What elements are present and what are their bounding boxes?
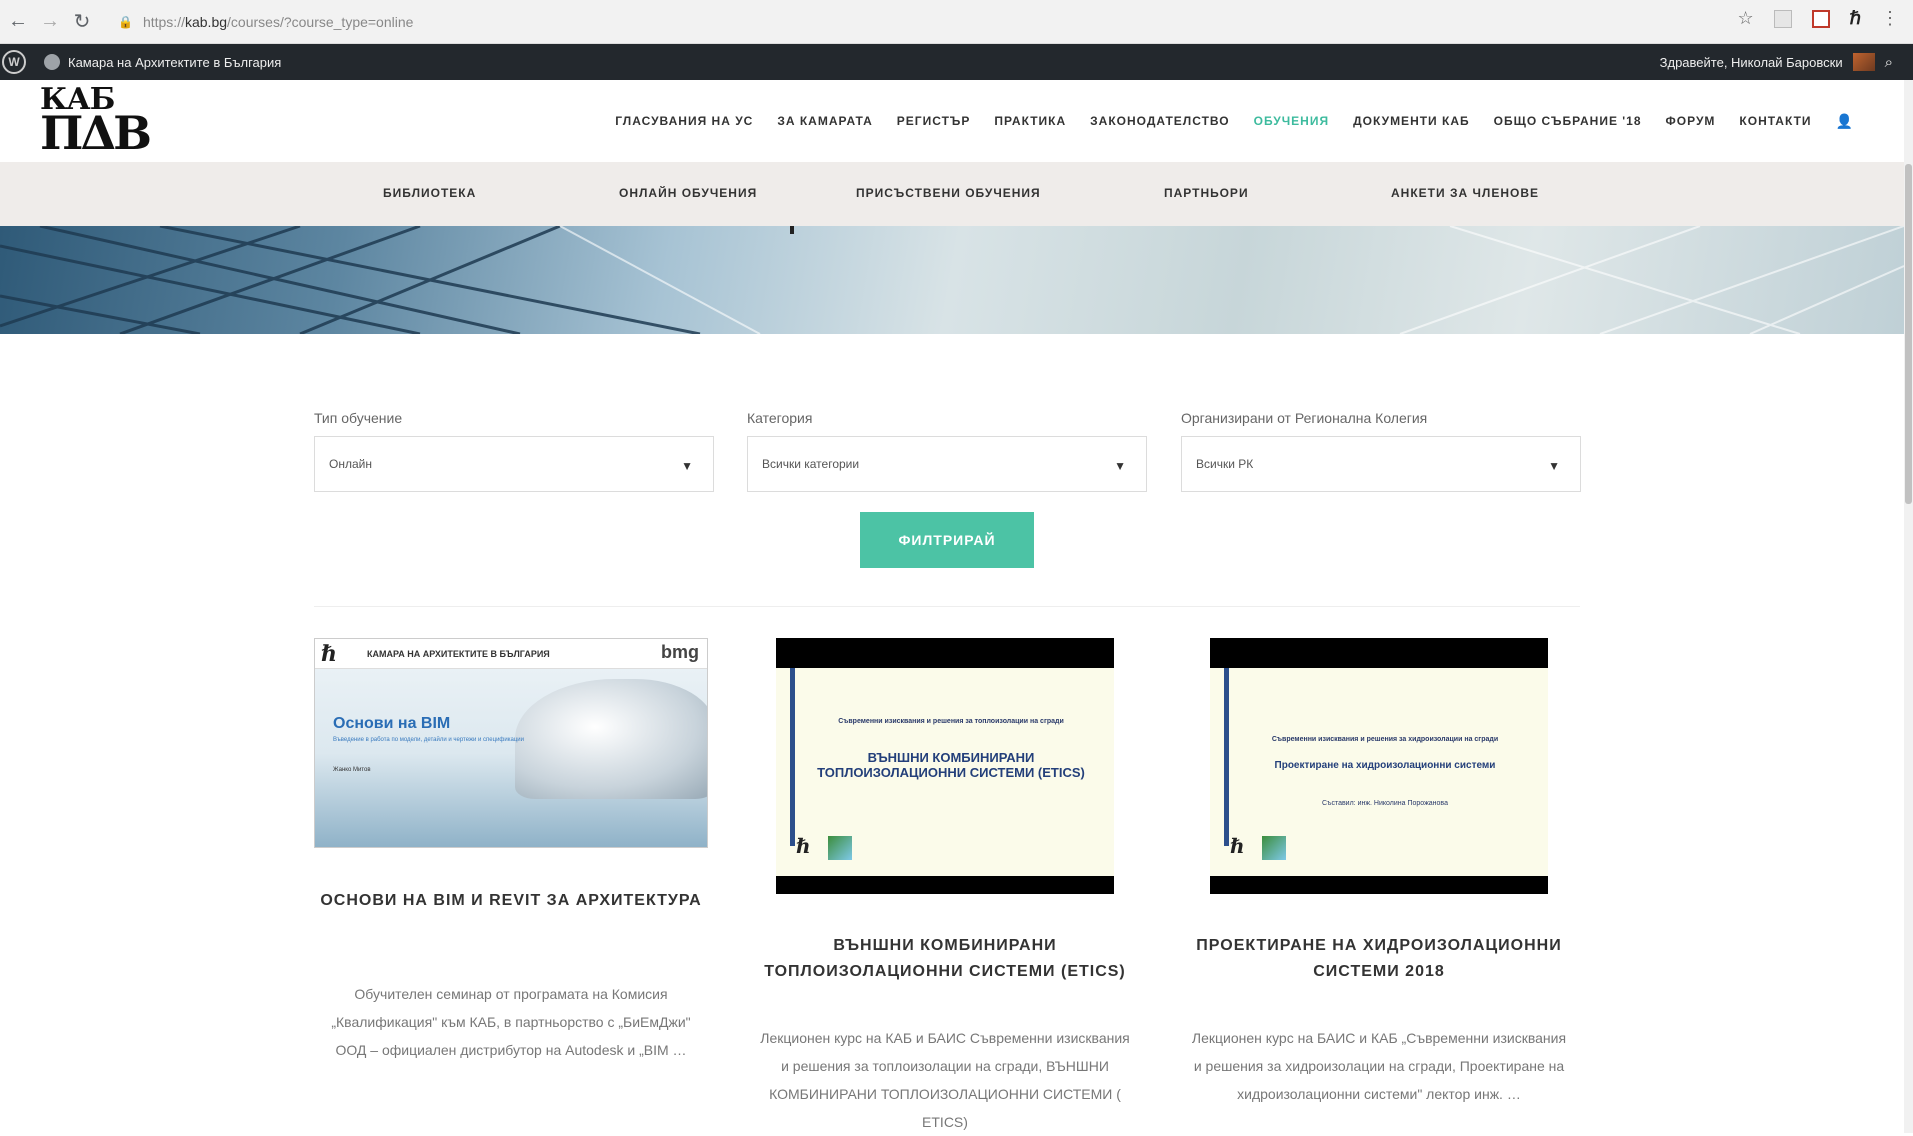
menu-dots-icon[interactable]: ⋮ [1881, 8, 1899, 29]
thumb-small-text: Съвременни изисквания и решения за топло… [838, 718, 1064, 725]
thumb-logo-square [828, 836, 852, 860]
lock-icon: 🔒 [118, 15, 133, 29]
subnav-item-online[interactable]: ОНЛАЙН ОБУЧЕНИЯ [619, 186, 757, 200]
nav-item-forum[interactable]: ФОРУМ [1666, 114, 1716, 128]
course-title[interactable]: ПРОЕКТИРАНЕ НА ХИДРОИЗОЛАЦИОННИ СИСТЕМИ … [1180, 933, 1578, 985]
thumb-logo-square [1262, 836, 1286, 860]
nav-item-legislation[interactable]: ЗАКОНОДАТЕЛСТВО [1090, 114, 1229, 128]
filter-region: Организирани от Регионална Колегия Всичк… [1181, 410, 1581, 492]
url-scheme: https:// [142, 14, 185, 30]
filter-region-label: Организирани от Регионална Колегия [1181, 410, 1428, 426]
scrollbar-thumb[interactable] [1905, 164, 1912, 504]
subnav-item-surveys[interactable]: АНКЕТИ ЗА ЧЛЕНОВЕ [1391, 186, 1539, 200]
admin-bar: W Камара на Архитектите в България Здрав… [0, 44, 1913, 80]
filter-category: Категория Всички категории ▼ [747, 410, 1147, 492]
reload-icon[interactable]: ↻ [68, 8, 96, 36]
logo-bottom: ΠΔΒ [40, 106, 152, 160]
thumb-logo: ℏ [796, 834, 811, 858]
filter-type-label: Тип обучение [314, 410, 403, 426]
course-description: Лекционен курс на БАИС и КАБ „Съвременни… [1191, 1030, 1567, 1102]
address-bar[interactable]: 🔒 https:// kab.bg /courses/?course_type=… [118, 8, 1678, 36]
course-description: Лекционен курс на КАБ и БАИС Съвременни … [760, 1030, 1130, 1130]
site-icon [44, 54, 60, 70]
site-header: КАБ ΠΔΒ ГЛАСУВАНИЯ НА УС ЗА КАМАРАТА РЕГ… [0, 80, 1913, 162]
thumb-accent-bar [790, 668, 795, 846]
thumb-subtitle: Въведение в работа по модели, детайли и … [333, 737, 524, 743]
hero-lines [0, 226, 1904, 334]
page-scrollbar[interactable] [1904, 80, 1913, 1133]
admin-greeting[interactable]: Здравейте, Николай Баровски [1660, 55, 1843, 70]
nav-item-trainings[interactable]: ОБУЧЕНИЯ [1254, 114, 1329, 128]
bookmark-star-icon[interactable]: ☆ [1737, 8, 1753, 29]
course-thumbnail-etics[interactable]: Съвременни изисквания и решения за топло… [776, 638, 1114, 894]
course-title[interactable]: ОСНОВИ НА BIM И REVIT ЗА АРХИТЕКТУРА [314, 888, 708, 914]
nav-item-contacts[interactable]: КОНТАКТИ [1739, 114, 1811, 128]
hero-banner [0, 226, 1904, 334]
thumb-author: Жанко Митов [333, 767, 371, 773]
thumb-author: Съставил: инж. Николина Порожанова [1322, 800, 1448, 807]
nav-item-about[interactable]: ЗА КАМАРАТА [777, 114, 872, 128]
course-title[interactable]: ВЪНШНИ КОМБИНИРАНИ ТОПЛОИЗОЛАЦИОННИ СИСТ… [746, 933, 1144, 985]
chevron-down-icon: ▼ [1548, 459, 1560, 473]
thumb-logo: ℏ [321, 641, 337, 667]
extension-icon[interactable] [1773, 9, 1792, 28]
course-description: Обучителен семинар от програмата на Коми… [331, 986, 691, 1058]
nav-item-practice[interactable]: ПРАКТИКА [994, 114, 1066, 128]
browser-toolbar: ← → ↻ 🔒 https:// kab.bg /courses/?course… [0, 0, 1913, 44]
kab-extension-icon[interactable]: ℏ [1850, 8, 1861, 29]
thumb-header: КАМАРА НА АРХИТЕКТИТЕ В БЪЛГАРИЯ [315, 639, 707, 669]
thumb-small-text: Съвременни изисквания и решения за хидро… [1271, 736, 1499, 743]
site-logo[interactable]: КАБ ΠΔΒ [40, 85, 152, 158]
back-icon[interactable]: ← [4, 8, 32, 36]
main-nav: ГЛАСУВАНИЯ НА УС ЗА КАМАРАТА РЕГИСТЪР ПР… [615, 80, 1853, 162]
thumb-logo: ℏ [1230, 834, 1245, 858]
sub-nav: БИБЛИОТЕКА ОНЛАЙН ОБУЧЕНИЯ ПРИСЪСТВЕНИ О… [0, 162, 1904, 226]
nav-item-register[interactable]: РЕГИСТЪР [897, 114, 971, 128]
filter-region-value: Всички РК [1196, 457, 1254, 471]
thumb-big-text: ВЪНШНИ КОМБИНИРАНИ ТОПЛОИЗОЛАЦИОННИ СИСТ… [817, 750, 1085, 780]
course-thumbnail-bim[interactable]: КАМАРА НА АРХИТЕКТИТЕ В БЪЛГАРИЯ ℏ bmg О… [314, 638, 708, 848]
user-icon[interactable]: 👤 [1836, 113, 1853, 130]
thumb-heading: Основи на BIM [333, 715, 451, 732]
pocket-extension-icon[interactable] [1811, 9, 1830, 28]
url-path: /courses/?course_type=online [227, 14, 414, 30]
chevron-down-icon: ▼ [681, 459, 693, 473]
wordpress-icon[interactable]: W [2, 50, 26, 74]
subnav-item-partners[interactable]: ПАРТНЬОРИ [1164, 186, 1249, 200]
filter-type: Тип обучение Онлайн ▼ [314, 410, 714, 492]
filter-button[interactable]: ФИЛТРИРАЙ [860, 512, 1034, 568]
filter-category-value: Всички категории [762, 457, 860, 471]
url-host: kab.bg [184, 14, 228, 30]
avatar[interactable] [1852, 53, 1875, 71]
nav-item-documents[interactable]: ДОКУМЕНТИ КАБ [1353, 114, 1470, 128]
thumb-big-text: Проектиране на хидроизолационни системи [1274, 760, 1496, 771]
subnav-item-library[interactable]: БИБЛИОТЕКА [383, 186, 476, 200]
filter-region-select[interactable]: Всички РК ▼ [1181, 436, 1581, 492]
thumb-accent-bar [1224, 668, 1229, 846]
forward-icon[interactable]: → [36, 8, 64, 36]
subnav-item-in-person[interactable]: ПРИСЪСТВЕНИ ОБУЧЕНИЯ [856, 186, 1041, 200]
filter-category-label: Категория [747, 410, 813, 426]
divider [314, 606, 1580, 607]
course-thumbnail-hydro[interactable]: Съвременни изисквания и решения за хидро… [1210, 638, 1548, 894]
filter-type-select[interactable]: Онлайн ▼ [314, 436, 714, 492]
filter-type-value: Онлайн [329, 457, 372, 471]
chevron-down-icon: ▼ [1114, 459, 1126, 473]
thumb-brand: bmg [661, 642, 699, 662]
nav-item-assembly[interactable]: ОБЩО СЪБРАНИЕ '18 [1494, 114, 1642, 128]
filter-category-select[interactable]: Всички категории ▼ [747, 436, 1147, 492]
search-icon[interactable]: ⌕ [1885, 54, 1893, 71]
nav-item-votes[interactable]: ГЛАСУВАНИЯ НА УС [615, 114, 753, 128]
admin-site-name[interactable]: Камара на Архитектите в България [68, 55, 281, 70]
